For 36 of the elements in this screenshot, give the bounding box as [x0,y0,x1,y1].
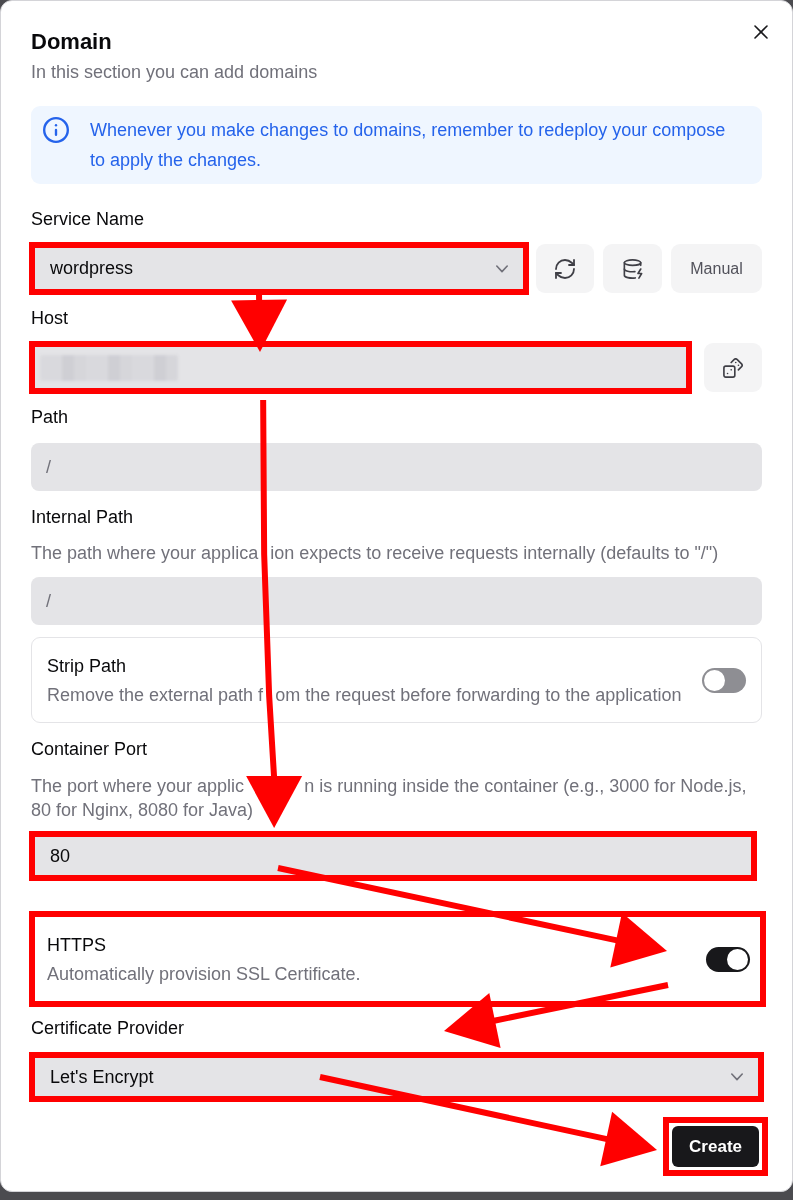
setting-description: Automatically provision SSL Certificate. [47,962,361,986]
field-label: Service Name [31,208,146,231]
database-button[interactable] [603,244,662,293]
field-label: Host [31,307,69,330]
info-text: Whenever you make changes to domains, remember to redeploy your compose to apply the changes. [90,119,726,172]
dialog-subtitle: In this section you can add domains [31,61,319,84]
chevron-down-icon [496,264,508,273]
field-description: The path where your applica ion expects to receive requests internally (defaults to "/") [31,542,720,565]
setting-title: Strip Path [47,654,128,678]
field-description: The port where your applic n is running inside the container (e.g., 3000 for Node.js, 80 for Nginx, 8080 for Java) [31,775,748,822]
manual-button[interactable]: Manual [671,244,762,293]
toggle-switch[interactable] [702,667,746,693]
refresh-icon [555,258,575,279]
certificate-provider-select[interactable]: Let's Encrypt [35,1058,758,1096]
port-field[interactable]: 80 [35,837,751,875]
field-label: Path [31,406,70,429]
refresh-button[interactable] [536,244,594,293]
dice-button[interactable] [704,343,762,392]
close-icon [753,24,769,40]
internal-path-field[interactable]: / [31,577,762,625]
setting-title: HTTPS [47,933,107,957]
setting-description: Remove the external path f om the request before forwarding to the application [47,683,682,707]
dice-icon [723,357,743,378]
dialog-title: Domain [31,28,113,56]
field-label: Certificate Provider [31,1017,186,1040]
field-label: Container Port [31,738,149,761]
host-field[interactable] [35,347,686,388]
chevron-down-icon [731,1073,743,1081]
info-icon [43,117,69,143]
service-select[interactable]: wordpress [35,248,523,289]
toggle-switch[interactable] [706,946,750,972]
create-button[interactable]: Create [672,1126,759,1167]
path-field[interactable]: / [31,443,762,491]
close-button[interactable] [753,24,769,40]
database-lightning-icon [622,258,643,279]
field-label: Internal Path [31,506,135,529]
